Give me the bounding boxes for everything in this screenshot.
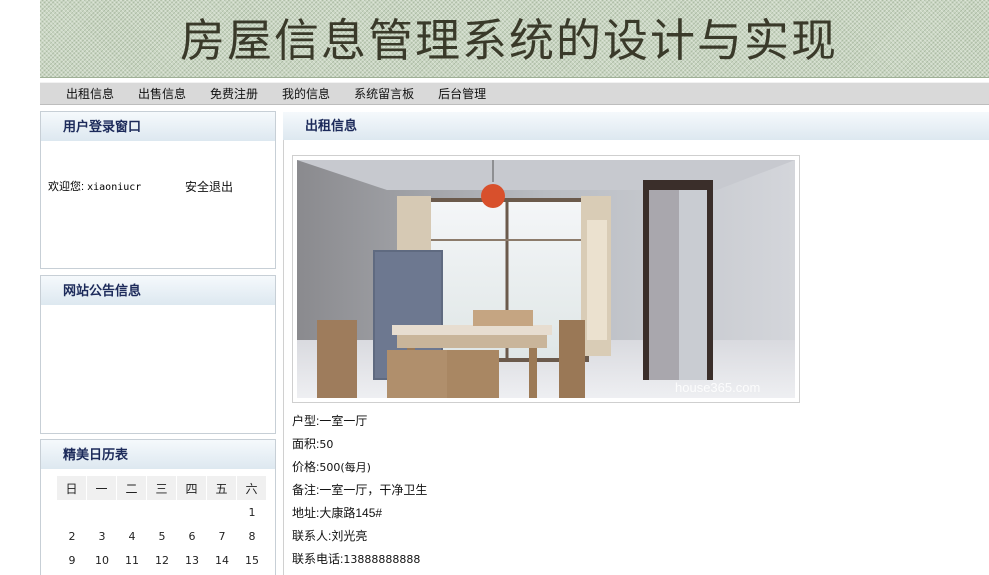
calendar-day[interactable]: [207, 500, 237, 524]
phone-label: 联系电话:: [292, 552, 344, 566]
note-label: 备注:: [292, 483, 320, 497]
nav-rent-info[interactable]: 出租信息: [66, 85, 114, 102]
calendar-day[interactable]: 4: [117, 524, 147, 548]
nav-register[interactable]: 免费注册: [210, 85, 258, 102]
calendar-week: 9 10 11 12 13 14 15: [57, 548, 267, 572]
house-type-value: 一室一厅: [319, 414, 368, 428]
calendar-day[interactable]: 1: [237, 500, 267, 524]
calendar-panel: 精美日历表 日 一 二 三 四 五 六 1 2 3 4 5 6 7 8 9 10…: [40, 439, 276, 575]
main-divider: [283, 140, 284, 575]
contact-value: 刘光亮: [331, 529, 368, 543]
price-value: 500(每月): [319, 461, 371, 474]
nav-sale-info[interactable]: 出售信息: [138, 85, 186, 102]
contact-row: 联系人:刘光亮: [292, 527, 367, 544]
calendar-table: 日 一 二 三 四 五 六 1 2 3 4 5 6 7 8 9 10 11 12…: [57, 476, 267, 572]
calendar-day[interactable]: 12: [147, 548, 177, 572]
calendar-day[interactable]: 9: [57, 548, 87, 572]
weekday-thu: 四: [177, 476, 207, 500]
nav-admin[interactable]: 后台管理: [438, 85, 486, 102]
calendar-day[interactable]: 8: [237, 524, 267, 548]
contact-label: 联系人:: [292, 529, 332, 543]
login-panel: 用户登录窗口 欢迎您: xiaoniucr 安全退出: [40, 111, 276, 269]
calendar-day[interactable]: [87, 500, 117, 524]
calendar-day[interactable]: 15: [237, 548, 267, 572]
area-value: 50: [319, 438, 334, 451]
house-type-label: 户型:: [292, 414, 320, 428]
notice-panel-title: 网站公告信息: [41, 276, 275, 306]
house-photo-frame: house365.com: [292, 155, 800, 403]
address-row: 地址:大康路145#: [292, 504, 382, 521]
calendar-day[interactable]: 5: [147, 524, 177, 548]
weekday-fri: 五: [207, 476, 237, 500]
calendar-day[interactable]: 13: [177, 548, 207, 572]
note-value: 一室一厅，干净卫生: [319, 483, 428, 497]
calendar-weekday-row: 日 一 二 三 四 五 六: [57, 476, 267, 500]
note-row: 备注:一室一厅，干净卫生: [292, 481, 427, 498]
logout-link[interactable]: 安全退出: [185, 178, 233, 195]
area-row: 面积:50: [292, 435, 333, 452]
calendar-day[interactable]: [177, 500, 207, 524]
notice-panel: 网站公告信息: [40, 275, 276, 434]
calendar-day[interactable]: 14: [207, 548, 237, 572]
calendar-day[interactable]: [117, 500, 147, 524]
calendar-day[interactable]: 11: [117, 548, 147, 572]
price-label: 价格:: [292, 460, 320, 474]
address-label: 地址:: [292, 506, 320, 520]
nav-message-board[interactable]: 系统留言板: [354, 85, 414, 102]
calendar-panel-title: 精美日历表: [41, 440, 275, 470]
house-type-row: 户型:一室一厅: [292, 412, 367, 429]
area-label: 面积:: [292, 437, 320, 451]
calendar-day[interactable]: 6: [177, 524, 207, 548]
username: xiaoniucr: [87, 182, 142, 193]
address-value: 大康路145#: [319, 506, 383, 520]
weekday-wed: 三: [147, 476, 177, 500]
photo-watermark: house365.com: [675, 380, 760, 395]
calendar-week: 2 3 4 5 6 7 8: [57, 524, 267, 548]
phone-row: 联系电话:13888888888: [292, 550, 420, 567]
calendar-day[interactable]: [57, 500, 87, 524]
calendar-day[interactable]: [147, 500, 177, 524]
main-section-title: 出租信息: [283, 112, 989, 140]
phone-value: 13888888888: [343, 553, 421, 566]
calendar-day[interactable]: 10: [87, 548, 117, 572]
site-banner: 房屋信息管理系统的设计与实现: [40, 0, 989, 78]
price-row: 价格:500(每月): [292, 458, 371, 475]
weekday-sun: 日: [57, 476, 87, 500]
welcome-label: 欢迎您:: [48, 181, 85, 193]
weekday-tue: 二: [117, 476, 147, 500]
nav-my-info[interactable]: 我的信息: [282, 85, 330, 102]
calendar-week: 1: [57, 500, 267, 524]
site-title: 房屋信息管理系统的设计与实现: [180, 14, 839, 67]
login-panel-title: 用户登录窗口: [41, 112, 275, 142]
welcome-text: 欢迎您: xiaoniucr: [48, 178, 141, 194]
calendar-day[interactable]: 7: [207, 524, 237, 548]
calendar-day[interactable]: 3: [87, 524, 117, 548]
house-photo: house365.com: [297, 160, 795, 398]
calendar-day[interactable]: 2: [57, 524, 87, 548]
weekday-mon: 一: [87, 476, 117, 500]
weekday-sat: 六: [237, 476, 267, 500]
main-nav: 出租信息 出售信息 免费注册 我的信息 系统留言板 后台管理: [40, 82, 989, 105]
